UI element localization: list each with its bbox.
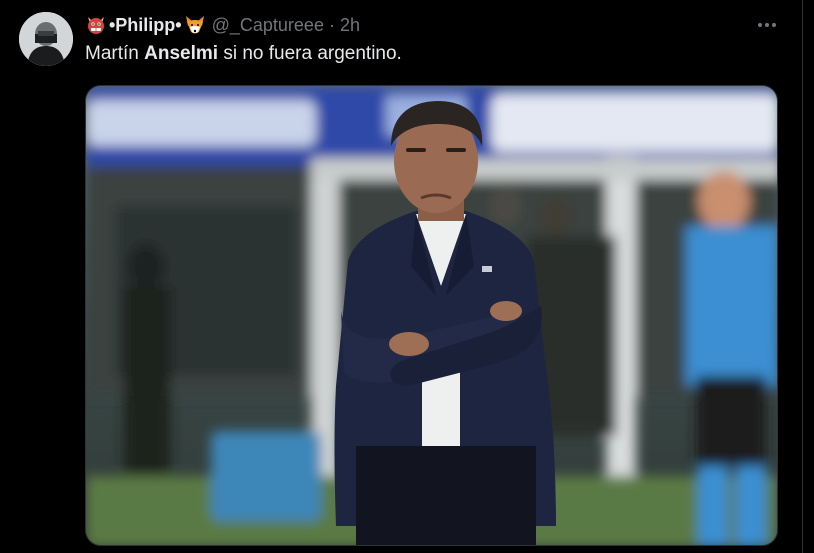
tweet-text-post: si no fuera argentino. bbox=[218, 43, 402, 64]
handle[interactable]: @_Captureee bbox=[212, 15, 324, 36]
column-divider bbox=[802, 0, 803, 553]
timestamp[interactable]: 2h bbox=[340, 15, 360, 36]
fox-face-emoji bbox=[184, 14, 206, 36]
separator-dot: · bbox=[328, 14, 335, 35]
tweet-text-pre: Martín bbox=[85, 43, 145, 64]
more-icon bbox=[757, 15, 777, 33]
photo-coach-arms-crossed bbox=[86, 86, 777, 545]
tweet-photo[interactable] bbox=[85, 85, 778, 546]
avatar-image bbox=[19, 12, 73, 66]
tweet-text-bold: Anselmi bbox=[144, 43, 219, 64]
avatar[interactable] bbox=[19, 12, 73, 66]
tweet-header: •Philipp• @_Captureee · 2h bbox=[85, 11, 360, 39]
ogre-face-emoji bbox=[85, 14, 107, 36]
tweet-text: Martín Anselmi si no fuera argentino. bbox=[85, 43, 402, 65]
more-options-button[interactable] bbox=[754, 12, 780, 36]
display-name[interactable]: •Philipp• bbox=[109, 15, 182, 36]
tweet[interactable]: •Philipp• @_Captureee · 2h Martín Anselm… bbox=[0, 0, 802, 553]
